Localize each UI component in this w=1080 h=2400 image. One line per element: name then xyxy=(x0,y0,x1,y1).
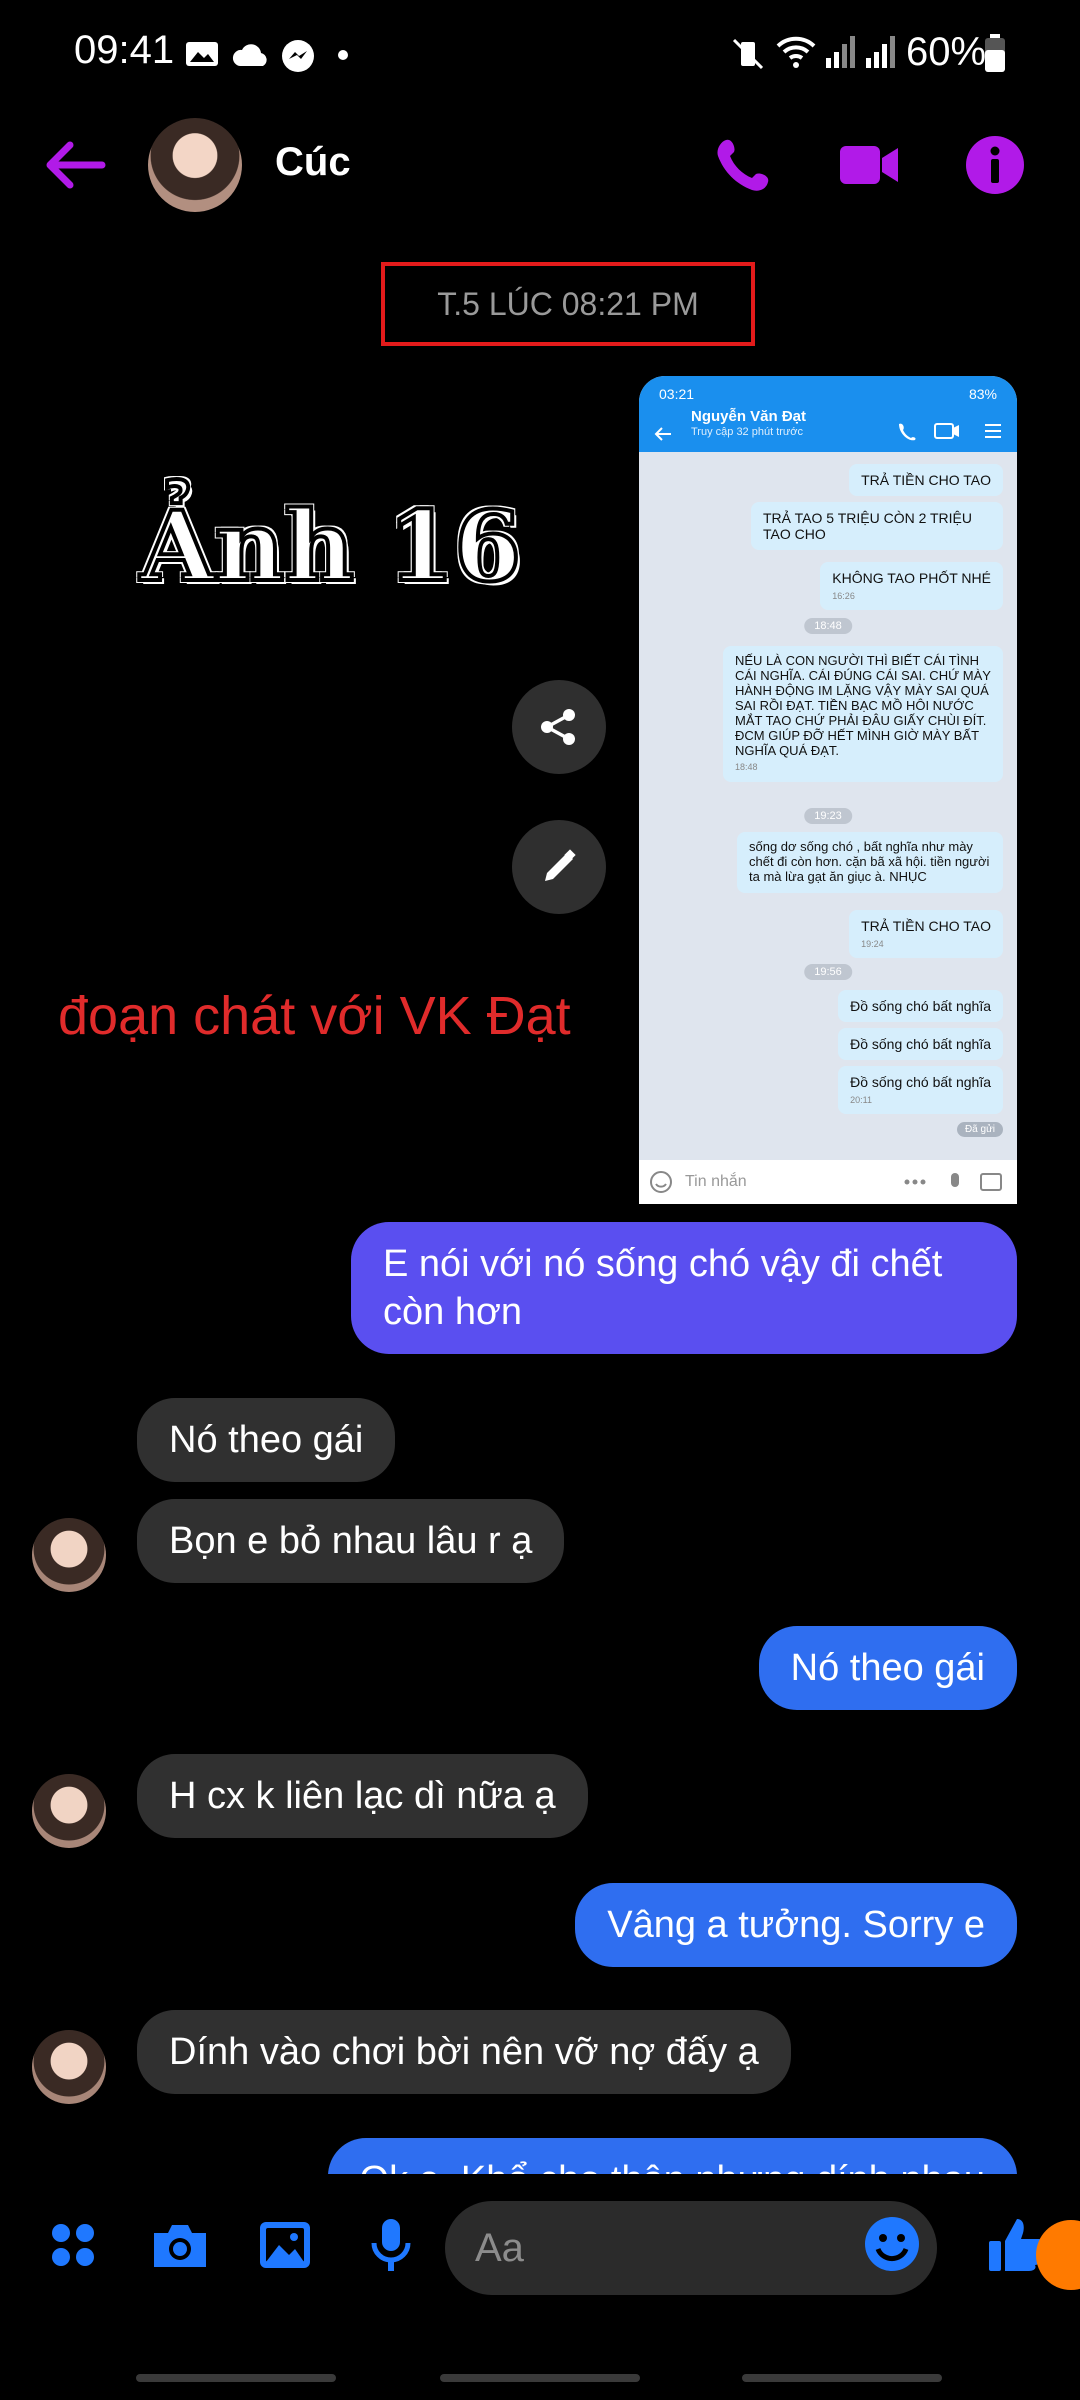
nav-recents[interactable] xyxy=(136,2374,336,2382)
battery-icon xyxy=(985,34,1005,72)
battery-percent: 60% xyxy=(906,30,987,74)
emoji-icon xyxy=(865,2217,919,2271)
embedded-back-icon xyxy=(654,427,671,441)
embedded-time-chip: 19:56 xyxy=(804,964,852,980)
status-time: 09:41 xyxy=(74,28,175,72)
message-bubble-incoming[interactable]: Dính vào chơi bời nên vỡ nợ đấy ạ xyxy=(137,2010,791,2094)
sender-avatar[interactable] xyxy=(32,2030,106,2104)
embedded-message: Đồ sống chó bất nghĩa 20:11 xyxy=(838,1066,1003,1115)
embedded-input-tools-icon xyxy=(904,1173,1002,1191)
signal-icon-2 xyxy=(866,36,895,68)
embedded-message: Đồ sống chó bất nghĩa xyxy=(838,990,1003,1023)
embedded-input: Tin nhắn xyxy=(639,1160,1017,1204)
embedded-message: TRẢ TAO 5 TRIỆU CÒN 2 TRIỆU TAO CHO xyxy=(751,502,1003,551)
contact-name[interactable]: Cúc xyxy=(275,140,351,185)
embedded-time: 03:21 xyxy=(659,386,695,402)
signal-icon-1 xyxy=(826,36,855,68)
message-bubble-outgoing[interactable]: Nó theo gái xyxy=(758,1626,1017,1710)
shared-screenshot-image[interactable]: 03:21 83% Nguyễn Văn Đạt Truy cập 32 phút… xyxy=(639,376,1017,1204)
message-input-placeholder: Aa xyxy=(475,2225,524,2270)
camera-icon xyxy=(154,2225,206,2267)
message-bubble-outgoing[interactable]: Vâng a tưởng. Sorry e xyxy=(575,1883,1017,1967)
wifi-icon xyxy=(776,36,816,68)
voice-button[interactable] xyxy=(356,2210,426,2280)
edit-button[interactable] xyxy=(512,820,606,914)
nav-back[interactable] xyxy=(742,2374,942,2382)
notification-dot xyxy=(338,50,348,60)
phone-call-icon[interactable] xyxy=(712,132,778,198)
camera-button[interactable] xyxy=(145,2210,215,2280)
message-bubble-incoming[interactable]: H cx k liên lạc dì nữa ạ xyxy=(137,1754,588,1838)
embedded-time-chip: 19:23 xyxy=(804,808,852,824)
pencil-icon xyxy=(545,849,576,881)
status-bar: 09:41 60% xyxy=(0,0,1080,110)
embedded-sent-badge: Đã gửi xyxy=(956,1122,1003,1137)
date-stamp: T.5 LÚC 08:21 PM xyxy=(381,262,755,346)
gallery-icon xyxy=(186,42,218,66)
share-icon xyxy=(541,709,575,745)
message-bubble-incoming[interactable]: Bọn e bỏ nhau lâu r ạ xyxy=(137,1499,565,1583)
image-icon xyxy=(260,2222,310,2268)
vibrate-icon xyxy=(732,38,764,70)
embedded-message: Đồ sống chó bất nghĩa xyxy=(838,1028,1003,1061)
sender-avatar[interactable] xyxy=(32,1518,106,1592)
embedded-actions-icon xyxy=(899,423,1001,441)
grid-menu-icon xyxy=(52,2224,94,2266)
microphone-icon xyxy=(371,2219,411,2271)
embedded-message: KHÔNG TAO PHỐT NHÉ 16:26 xyxy=(820,562,1003,611)
message-bubble-outgoing[interactable]: Ok e. Khổ cho thân nhưng dính nhau xyxy=(327,2138,1017,2174)
image-number-label: Ảnh 16 xyxy=(138,488,523,605)
emoji-button[interactable] xyxy=(862,2214,922,2274)
embedded-message: sống dơ sống chó , bất nghĩa như mày chế… xyxy=(737,832,1003,893)
info-icon[interactable] xyxy=(962,132,1028,198)
embedded-emoji-icon xyxy=(650,1171,672,1193)
embedded-message: TRẢ TIỀN CHO TAO xyxy=(849,464,1003,497)
nav-home[interactable] xyxy=(440,2374,640,2382)
video-call-icon[interactable] xyxy=(836,132,902,198)
sender-avatar[interactable] xyxy=(32,1774,106,1848)
embedded-message: TRẢ TIỀN CHO TAO 19:24 xyxy=(849,910,1003,959)
messenger-icon xyxy=(282,40,314,72)
more-actions-button[interactable] xyxy=(38,2210,108,2280)
cloud-icon xyxy=(232,44,267,66)
share-button[interactable] xyxy=(512,680,606,774)
embedded-time-chip: 18:48 xyxy=(804,618,852,634)
message-clip: Ok e. Khổ cho thân nhưng dính nhau xyxy=(0,2138,1080,2174)
contact-avatar[interactable] xyxy=(148,118,242,212)
embedded-battery: 83% xyxy=(968,386,997,402)
gallery-button[interactable] xyxy=(250,2210,320,2280)
caption-text: đoạn chát với VK Đạt xyxy=(58,986,571,1046)
message-bubble-incoming[interactable]: Nó theo gái xyxy=(137,1398,396,1482)
embedded-message: NẾU LÀ CON NGƯỜI THÌ BIẾT CÁI TÌNH CÁI N… xyxy=(723,646,1003,782)
back-arrow-icon[interactable] xyxy=(40,135,110,195)
message-bubble-outgoing[interactable]: E nói với nó sống chó vậy đi chết còn hơ… xyxy=(351,1222,1017,1354)
